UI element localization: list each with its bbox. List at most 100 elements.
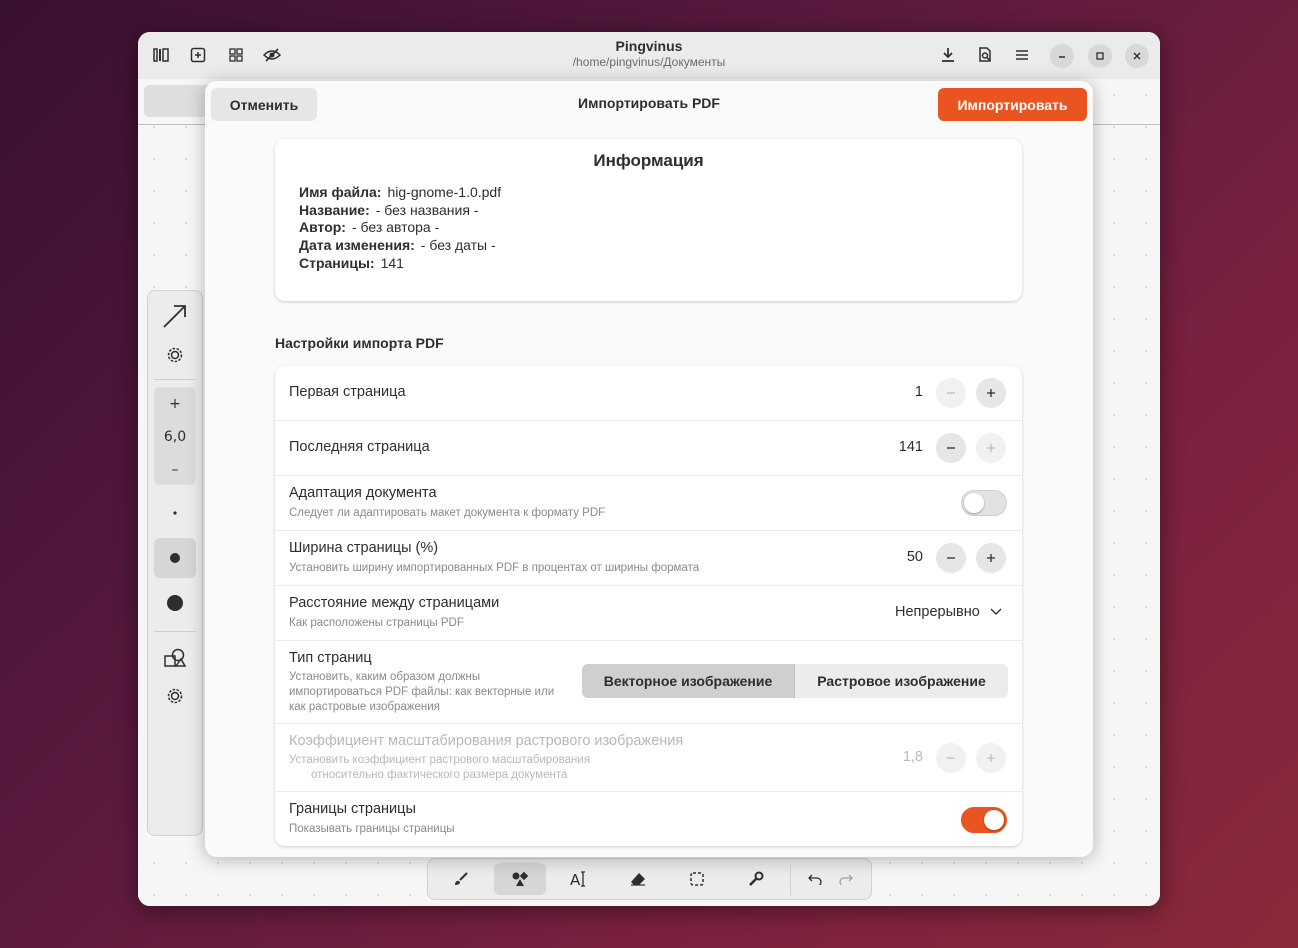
info-label: Страницы: — [299, 254, 375, 271]
toggle-knob — [984, 810, 1004, 830]
overview-icon[interactable] — [223, 42, 249, 68]
page-spacing-row: Расстояние между страницами Как располож… — [275, 586, 1022, 641]
adapt-document-toggle[interactable] — [961, 490, 1007, 516]
dialog-title: Импортировать PDF — [578, 95, 720, 111]
page-spacing-dropdown[interactable]: Непрерывно — [895, 604, 1002, 620]
vector-option-button[interactable]: Векторное изображение — [582, 664, 795, 698]
page-type-row: Тип страниц Установить, каким образом до… — [275, 641, 1022, 724]
chevron-down-icon — [990, 604, 1002, 620]
menu-icon[interactable] — [1009, 42, 1035, 68]
new-document-icon[interactable] — [185, 42, 211, 68]
minimize-icon[interactable] — [1050, 44, 1074, 68]
redo-icon[interactable] — [826, 863, 866, 895]
page-width-increment-button[interactable] — [976, 543, 1006, 573]
cancel-button[interactable]: Отменить — [211, 88, 317, 121]
page-spacing-subtitle: Как расположены страницы PDF — [289, 617, 464, 629]
raster-scale-value: 1,8 — [902, 749, 923, 765]
info-title-row: Название: - без названия - — [299, 202, 501, 220]
eraser-icon[interactable] — [612, 863, 664, 895]
sidebar-icon[interactable] — [148, 42, 174, 68]
first-page-value: 1 — [914, 384, 923, 400]
first-page-title: Первая страница — [289, 384, 406, 400]
page-spacing-selected: Непрерывно — [895, 604, 980, 620]
info-pages-row: Страницы: 141 — [299, 255, 501, 273]
settings-gear-icon[interactable] — [154, 338, 196, 372]
subtitle-line: Установить коэффициент растрового масшта… — [289, 754, 591, 766]
text-icon[interactable]: A — [553, 863, 605, 895]
first-page-row: Первая страница 1 — [275, 366, 1022, 421]
last-page-title: Последняя страница — [289, 439, 430, 455]
shapes-icon[interactable] — [494, 863, 546, 895]
medium-dot-size-icon[interactable] — [154, 541, 196, 575]
toggle-knob — [964, 493, 984, 513]
shape-recognizer-icon[interactable] — [154, 641, 196, 675]
subtitle-line: импортироваться PDF файлы: как векторные… — [289, 686, 555, 698]
import-pdf-dialog: Отменить Импортировать PDF Импортировать… — [205, 81, 1093, 857]
import-button[interactable]: Импортировать — [938, 88, 1087, 121]
raster-scale-increment-button[interactable] — [976, 743, 1006, 773]
adapt-document-subtitle: Следует ли адаптировать макет документа … — [289, 507, 606, 519]
info-author-row: Автор: - без автора - — [299, 219, 501, 237]
raster-option-button[interactable]: Растровое изображение — [795, 664, 1008, 698]
page-width-title: Ширина страницы (%) — [289, 540, 439, 556]
hide-icon[interactable] — [259, 42, 285, 68]
headerbar: Pingvinus /home/pingvinus/Документы — [138, 32, 1160, 79]
last-page-value: 141 — [898, 439, 923, 455]
subtitle-line: Установить, каким образом должны — [289, 671, 481, 683]
info-label: Имя файла: — [299, 184, 382, 200]
toolbar-divider — [790, 865, 791, 895]
settings-gear-icon[interactable] — [154, 679, 196, 713]
raster-scale-title: Коэффициент масштабирования растрового и… — [289, 733, 684, 749]
stroke-width-value: 6,0 — [163, 428, 187, 445]
page-type-subtitle: Установить, каким образом должны импорти… — [289, 670, 554, 715]
raster-scale-row: Коэффициент масштабирования растрового и… — [275, 724, 1022, 792]
page-borders-toggle[interactable] — [961, 807, 1007, 833]
info-value: 141 — [380, 254, 404, 271]
toolbar-divider — [154, 631, 196, 632]
info-value: - без автора - — [351, 219, 440, 236]
left-toolbar: + 6,0 – — [147, 290, 203, 836]
info-lines: Имя файла: hig-gnome-1.0.pdf Название: - б… — [299, 184, 501, 273]
dialog-header: Отменить Импортировать PDF Импортировать — [205, 81, 1093, 127]
bottom-toolbar: A — [427, 858, 872, 900]
decrease-width-button[interactable]: – — [154, 453, 196, 486]
last-page-decrement-button[interactable] — [936, 433, 966, 463]
window-title: Pingvinus — [615, 38, 683, 54]
window-title-box: Pingvinus /home/pingvinus/Документы — [549, 38, 749, 69]
info-value: - без названия - — [375, 201, 479, 218]
brush-icon[interactable] — [435, 863, 487, 895]
page-width-row: Ширина страницы (%) Установить ширину им… — [275, 531, 1022, 586]
info-label: Дата изменения: — [299, 237, 415, 254]
increase-width-button[interactable]: + — [154, 387, 196, 420]
adapt-document-row: Адаптация документа Следует ли адаптиров… — [275, 476, 1022, 531]
tab-button[interactable] — [144, 85, 214, 117]
first-page-decrement-button[interactable] — [936, 378, 966, 408]
page-type-segmented-control: Векторное изображение Растровое изображе… — [582, 664, 1008, 698]
tools-icon[interactable] — [730, 863, 782, 895]
first-page-increment-button[interactable] — [976, 378, 1006, 408]
raster-scale-subtitle: Установить коэффициент растрового масшта… — [289, 753, 590, 783]
info-heading: Информация — [593, 151, 704, 170]
download-icon[interactable] — [935, 42, 961, 68]
page-type-title: Тип страниц — [289, 650, 372, 666]
large-dot-size-icon[interactable] — [154, 586, 196, 620]
close-icon[interactable] — [1125, 44, 1149, 68]
info-file-name: Имя файла: hig-gnome-1.0.pdf — [299, 184, 501, 202]
window-subtitle: /home/pingvinus/Документы — [572, 55, 726, 69]
info-value: - без даты - — [420, 237, 496, 254]
selector-icon[interactable] — [671, 863, 723, 895]
last-page-increment-button[interactable] — [976, 433, 1006, 463]
arrow-tool-icon[interactable] — [154, 299, 196, 333]
settings-card: Первая страница 1 Последняя страница 141… — [275, 366, 1022, 846]
adapt-document-title: Адаптация документа — [289, 485, 437, 501]
info-label: Название: — [299, 201, 370, 218]
raster-scale-decrement-button[interactable] — [936, 743, 966, 773]
document-search-icon[interactable] — [972, 42, 998, 68]
small-dot-size-icon[interactable] — [154, 496, 196, 530]
info-label: Автор: — [299, 219, 346, 236]
page-width-decrement-button[interactable] — [936, 543, 966, 573]
page-borders-title: Границы страницы — [289, 801, 416, 817]
maximize-icon[interactable] — [1088, 44, 1112, 68]
toolbar-divider — [154, 379, 196, 380]
info-value: hig-gnome-1.0.pdf — [387, 184, 502, 200]
